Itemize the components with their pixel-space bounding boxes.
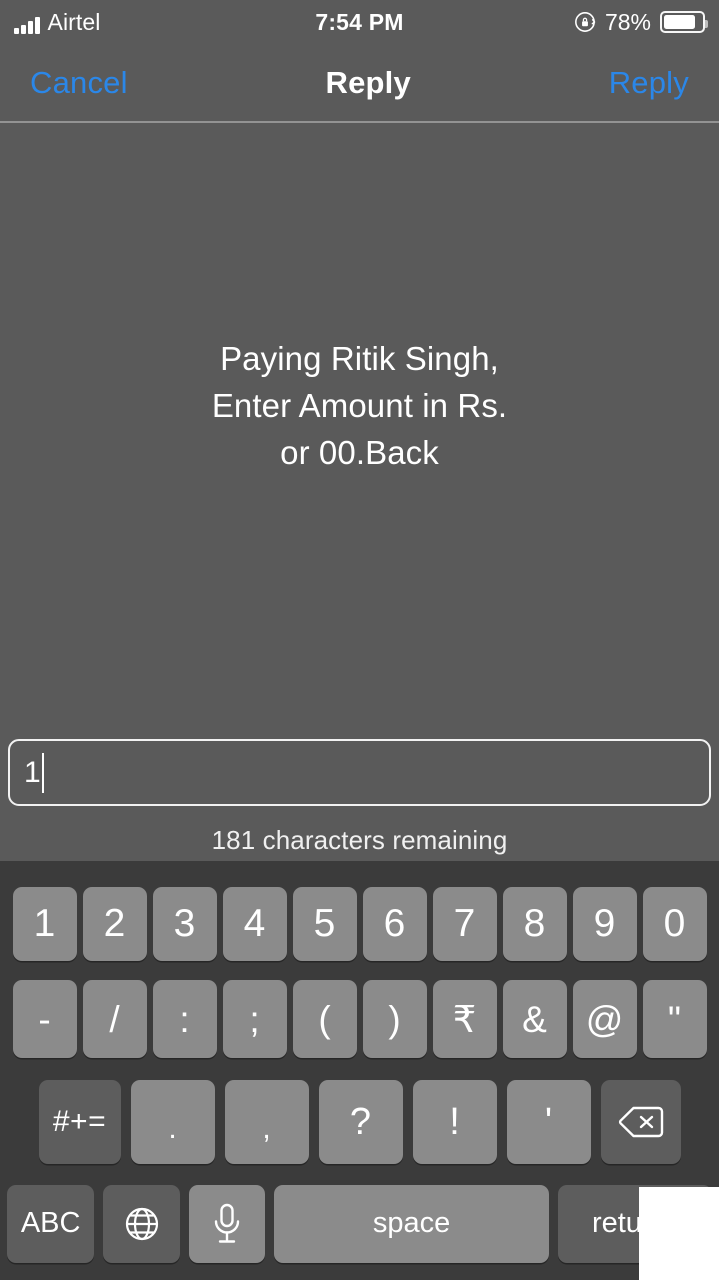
key-3[interactable]: 3 xyxy=(152,886,217,961)
space-key[interactable]: space xyxy=(274,1184,549,1263)
globe-key[interactable] xyxy=(103,1184,180,1263)
symbols-toggle-key[interactable]: #+= xyxy=(38,1080,121,1164)
globe-icon xyxy=(122,1204,162,1244)
status-bar: Airtel 7:54 PM 78% xyxy=(0,0,719,44)
key-at[interactable]: @ xyxy=(572,980,637,1058)
key-6[interactable]: 6 xyxy=(362,886,427,961)
reply-send-button[interactable]: Reply xyxy=(609,65,689,101)
navigation-separator xyxy=(0,121,719,123)
key-1[interactable]: 1 xyxy=(12,886,77,961)
key-hyphen[interactable]: - xyxy=(12,980,77,1058)
key-quote[interactable]: " xyxy=(642,980,707,1058)
key-exclamation[interactable]: ! xyxy=(412,1080,497,1164)
key-8[interactable]: 8 xyxy=(502,886,567,961)
key-5[interactable]: 5 xyxy=(292,886,357,961)
keyboard-row-punctuation: #+= . , ? ! ' xyxy=(4,1066,715,1171)
text-cursor xyxy=(41,752,44,793)
key-question[interactable]: ? xyxy=(318,1080,403,1164)
key-2[interactable]: 2 xyxy=(82,886,147,961)
key-0[interactable]: 0 xyxy=(642,886,707,961)
message-text: Paying Ritik Singh, Enter Amount in Rs. … xyxy=(211,340,508,471)
key-apostrophe[interactable]: ' xyxy=(506,1080,591,1164)
microphone-icon xyxy=(210,1202,244,1246)
reply-input-field[interactable]: 1 xyxy=(8,739,711,806)
keyboard-row-numbers: 1 2 3 4 5 6 7 8 9 0 xyxy=(4,867,715,966)
rotation-lock-icon xyxy=(574,11,596,33)
key-period[interactable]: . xyxy=(130,1080,215,1164)
key-close-paren[interactable]: ) xyxy=(362,980,427,1058)
key-comma[interactable]: , xyxy=(224,1080,309,1164)
dictation-key[interactable] xyxy=(188,1184,266,1263)
on-screen-keyboard: 1 2 3 4 5 6 7 8 9 0 - / : ; ( ) ₹ & @ " … xyxy=(0,861,719,1280)
key-semicolon[interactable]: ; xyxy=(222,980,287,1058)
key-7[interactable]: 7 xyxy=(432,886,497,961)
key-9[interactable]: 9 xyxy=(572,886,637,961)
key-rupee[interactable]: ₹ xyxy=(432,980,497,1058)
backspace-key[interactable] xyxy=(600,1080,681,1164)
navigation-bar: Cancel Reply Reply xyxy=(0,44,719,122)
key-slash[interactable]: / xyxy=(82,980,147,1058)
keyboard-row-symbols: - / : ; ( ) ₹ & @ " xyxy=(4,966,715,1066)
key-open-paren[interactable]: ( xyxy=(292,980,357,1058)
status-bar-right: 78% xyxy=(574,8,708,36)
abc-toggle-key[interactable]: ABC xyxy=(7,1184,95,1263)
cancel-button[interactable]: Cancel xyxy=(30,65,128,101)
battery-icon xyxy=(660,11,708,33)
key-colon[interactable]: : xyxy=(152,980,217,1058)
phone-screen: Airtel 7:54 PM 78% Cancel Reply Reply Pa… xyxy=(0,0,719,1280)
page-title: Reply xyxy=(325,65,411,100)
backspace-icon xyxy=(618,1105,664,1139)
reply-input-value: 1 xyxy=(24,755,41,789)
key-4[interactable]: 4 xyxy=(222,886,287,961)
keyboard-row-bottom: ABC space return xyxy=(4,1171,715,1271)
characters-remaining-label: 181 characters remaining xyxy=(211,825,508,855)
key-ampersand[interactable]: & xyxy=(502,980,567,1058)
battery-percent-label: 78% xyxy=(604,8,651,35)
white-overlay-patch xyxy=(639,1187,719,1280)
